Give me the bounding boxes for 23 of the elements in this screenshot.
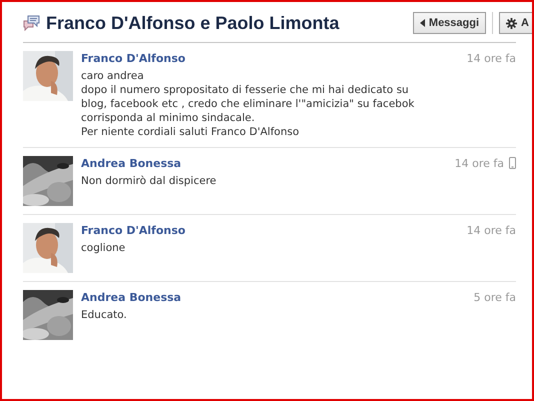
message-text: caro andrea (81, 69, 145, 83)
message-time: 14 ore fa (466, 224, 516, 236)
message-text: Educato. (81, 308, 128, 322)
conversation-title: Franco D'Alfonso e Paolo Limonta (46, 12, 340, 34)
chat-icon (23, 15, 40, 31)
author-link[interactable]: Andrea Bonessa (81, 156, 455, 170)
back-arrow-icon (420, 19, 425, 27)
message-time: 14 ore fa (466, 52, 516, 64)
message-time: 14 ore fa (454, 156, 504, 170)
message-text: Per niente cordiali saluti Franco D'Alfonso (81, 125, 300, 139)
message-text: dopo il numero spropositato di fesserie che mi hai dedicato su (81, 83, 410, 97)
message-text: corrisponda al minimo sindacale. (81, 111, 256, 125)
settings-button[interactable]: A (499, 12, 532, 34)
message-text: blog, facebook etc , credo che eliminare l'"amicizia" su facebok (81, 97, 416, 111)
author-link[interactable]: Andrea Bonessa (81, 290, 474, 304)
back-button[interactable]: Messaggi (412, 12, 486, 34)
message-time: 5 ore fa (474, 290, 516, 304)
message-text: Non dormirò dal dispicere (81, 174, 218, 188)
author-link[interactable]: Franco D'Alfonso (81, 52, 467, 64)
settings-icon (506, 18, 518, 28)
message-text: coglione (81, 241, 126, 255)
mobile-phone-icon (509, 157, 516, 169)
author-link[interactable]: Franco D'Alfonso (81, 224, 467, 236)
